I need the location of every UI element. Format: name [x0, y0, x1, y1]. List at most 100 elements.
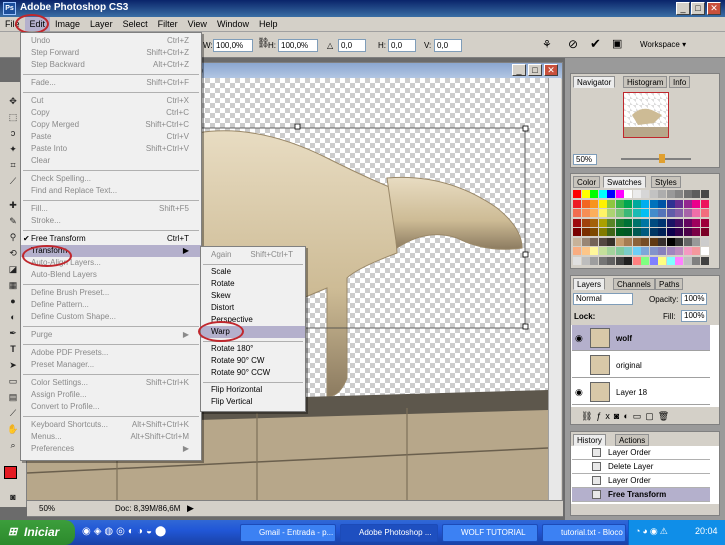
tab-histogram[interactable]: Histogram — [623, 76, 668, 88]
quick-mask-icon[interactable]: ◙ — [7, 492, 19, 503]
history-item[interactable]: Free Transform — [572, 488, 710, 502]
color-swatch[interactable] — [683, 209, 692, 217]
color-swatch[interactable] — [632, 218, 641, 227]
color-swatch[interactable] — [590, 199, 598, 208]
color-swatch[interactable] — [658, 228, 666, 236]
transform-menu-item-rotate[interactable]: Rotate — [201, 278, 305, 290]
tray-icons[interactable]: ◔◕◉⚠ — [635, 526, 670, 537]
layer-row[interactable]: ◉ wolf — [572, 325, 710, 351]
color-swatch[interactable] — [649, 209, 658, 217]
blur-tool-icon[interactable]: ● — [7, 296, 19, 307]
color-swatch[interactable] — [581, 256, 590, 265]
navigator-zoom-field[interactable]: 50% — [573, 154, 597, 165]
color-swatch[interactable] — [615, 237, 624, 246]
angle-field[interactable]: 0,0 — [338, 39, 366, 52]
color-swatch[interactable] — [598, 256, 607, 265]
color-swatch[interactable] — [632, 256, 641, 265]
lasso-tool-icon[interactable]: ↄ — [7, 128, 19, 139]
eyedropper-tool-icon[interactable]: ⟋ — [7, 408, 19, 419]
edit-menu-item-convert-to-profile[interactable]: Convert to Profile... — [21, 401, 201, 413]
menu-layer[interactable]: Layer — [85, 17, 118, 31]
color-swatch[interactable] — [607, 237, 615, 246]
edit-menu-item-step-backward[interactable]: Step Backward Alt+Ctrl+Z — [21, 59, 201, 71]
quicklaunch-icons[interactable]: ◉◈◍◎◐◑◒⬤ — [82, 526, 232, 540]
tab-color[interactable]: Color — [573, 176, 601, 188]
color-swatch[interactable] — [598, 190, 607, 198]
color-swatch[interactable] — [624, 190, 632, 198]
color-swatch[interactable] — [615, 218, 624, 227]
tab-channels[interactable]: Channels — [613, 278, 655, 290]
color-swatch[interactable] — [700, 247, 709, 255]
color-swatch[interactable] — [658, 218, 666, 227]
color-swatch[interactable] — [683, 190, 692, 198]
color-swatch[interactable] — [615, 209, 624, 217]
color-swatch[interactable] — [624, 256, 632, 265]
cancel-transform-icon[interactable]: ⊘ — [568, 37, 578, 51]
vskew-field[interactable]: 0,0 — [434, 39, 462, 52]
color-swatch[interactable] — [632, 209, 641, 217]
doc-maximize-button[interactable]: □ — [528, 64, 542, 76]
color-swatch[interactable] — [675, 228, 683, 236]
color-swatch[interactable] — [700, 209, 709, 217]
color-swatch[interactable] — [615, 228, 624, 236]
task-photoshop[interactable]: Adobe Photoshop ... — [340, 524, 438, 542]
canvas-vertical-scrollbar[interactable] — [548, 78, 561, 500]
color-swatch[interactable] — [590, 228, 598, 236]
opacity-field[interactable]: 100% — [681, 293, 707, 305]
tab-layers[interactable]: Layers — [573, 278, 606, 290]
maximize-button[interactable]: □ — [691, 2, 705, 15]
color-swatch[interactable] — [649, 199, 658, 208]
color-swatch[interactable] — [607, 247, 615, 255]
minimize-button[interactable]: _ — [676, 2, 690, 15]
color-swatch[interactable] — [675, 256, 683, 265]
color-swatch[interactable] — [692, 256, 700, 265]
transform-menu-item-again[interactable]: Again Shift+Ctrl+T — [201, 249, 305, 261]
healing-tool-icon[interactable]: ✚ — [7, 200, 19, 211]
transform-menu-item-flip-horizontal[interactable]: Flip Horizontal — [201, 384, 305, 396]
transform-menu-item-flip-vertical[interactable]: Flip Vertical — [201, 396, 305, 408]
history-brush-tool-icon[interactable]: ⟲ — [7, 248, 19, 259]
pen-tool-icon[interactable]: ✒ — [7, 328, 19, 339]
gradient-tool-icon[interactable]: ▦ — [7, 280, 19, 291]
color-swatch[interactable] — [598, 199, 607, 208]
commit-transform-icon[interactable]: ✔ — [590, 36, 601, 52]
color-swatch[interactable] — [598, 237, 607, 246]
edit-menu-item-auto-blend-layers[interactable]: Auto-Blend Layers — [21, 269, 201, 281]
color-swatch[interactable] — [692, 228, 700, 236]
color-swatch[interactable] — [607, 228, 615, 236]
width-field[interactable]: 100,0% — [213, 39, 253, 52]
color-swatch[interactable] — [607, 218, 615, 227]
color-swatch[interactable] — [700, 256, 709, 265]
color-swatch[interactable] — [641, 247, 649, 255]
foreground-color-swatch[interactable] — [4, 466, 17, 479]
color-swatch[interactable] — [573, 228, 581, 236]
edit-menu-item-clear[interactable]: Clear — [21, 155, 201, 167]
color-swatch[interactable] — [590, 209, 598, 217]
color-swatch[interactable] — [666, 237, 675, 246]
color-swatch[interactable] — [649, 190, 658, 198]
color-swatch[interactable] — [683, 228, 692, 236]
tab-styles[interactable]: Styles — [651, 176, 681, 188]
shape-tool-icon[interactable]: ▭ — [7, 376, 19, 387]
color-swatch[interactable] — [632, 199, 641, 208]
crop-tool-icon[interactable]: ⌗ — [7, 160, 19, 171]
edit-menu-item-check-spelling[interactable]: Check Spelling... — [21, 173, 201, 185]
hand-tool-icon[interactable]: ✋ — [7, 424, 19, 435]
color-swatch[interactable] — [641, 190, 649, 198]
color-swatch[interactable] — [590, 218, 598, 227]
color-swatch[interactable] — [700, 228, 709, 236]
color-swatch[interactable] — [675, 218, 683, 227]
menu-filter[interactable]: Filter — [153, 17, 183, 31]
visibility-eye-icon[interactable]: ◉ — [575, 333, 583, 344]
color-swatch[interactable] — [649, 237, 658, 246]
color-swatch[interactable] — [573, 237, 581, 246]
color-swatch[interactable] — [666, 228, 675, 236]
color-swatch[interactable] — [692, 190, 700, 198]
color-swatch[interactable] — [581, 218, 590, 227]
zoom-level[interactable]: 50% — [39, 504, 55, 513]
color-swatch[interactable] — [658, 199, 666, 208]
navigator-thumbnail[interactable] — [623, 92, 669, 138]
color-swatch[interactable] — [615, 247, 624, 255]
color-swatch[interactable] — [700, 218, 709, 227]
color-swatch[interactable] — [632, 190, 641, 198]
